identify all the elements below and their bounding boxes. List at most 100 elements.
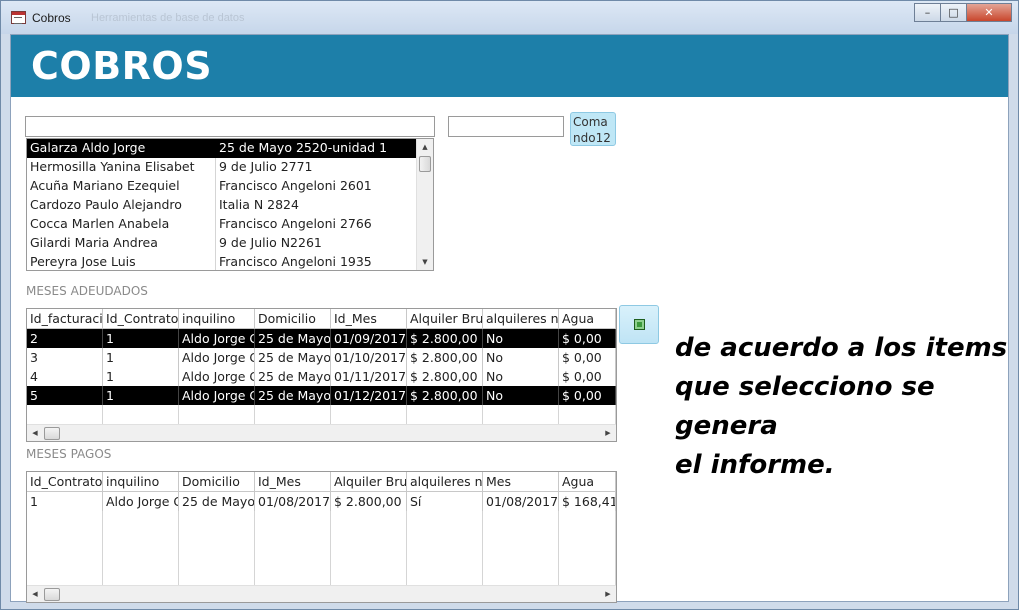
scroll-thumb[interactable] [44, 427, 60, 440]
app-window: Cobros Herramientas de base de datos – □… [0, 0, 1019, 610]
table-cell[interactable]: $ 2.800,00 [331, 492, 407, 511]
table-cell[interactable]: 01/11/2017 [331, 367, 407, 386]
table-cell[interactable]: Aldo Jorge Galarza [179, 386, 255, 405]
list-item[interactable]: Pereyra Jose Luis Francisco Angeloni 193… [27, 253, 417, 270]
table-cell[interactable]: 25 de Mayo 2520 [255, 348, 331, 367]
inquilino-name: Cardozo Paulo Alejandro [30, 197, 182, 212]
scroll-up-icon[interactable]: ▲ [417, 139, 433, 155]
table-cell[interactable]: 01/08/2017 [255, 492, 331, 511]
table-cell[interactable]: No [483, 348, 559, 367]
column-header[interactable]: Id_Mes [255, 472, 331, 492]
table-cell[interactable]: 1 [103, 367, 179, 386]
maximize-button[interactable]: □ [940, 3, 967, 22]
table-cell[interactable]: Aldo Jorge Galarza [103, 492, 179, 511]
search-input[interactable] [25, 116, 435, 137]
annotation-line: que selecciono se genera [675, 372, 935, 441]
column-header[interactable]: Agua [559, 309, 616, 329]
table-cell[interactable]: Sí [407, 492, 483, 511]
table-cell[interactable]: 25 de Mayo 2520 [255, 386, 331, 405]
table-row[interactable]: 5 1 Aldo Jorge Galarza 25 de Mayo 2520 0… [27, 386, 616, 405]
column-header[interactable]: Mes [483, 472, 559, 492]
scroll-right-icon[interactable]: ▶ [600, 425, 616, 441]
meses-pagos-grid[interactable]: Id_Contrato inquilino Domicilio Id_Mes A… [26, 471, 617, 603]
meses-adeudados-grid[interactable]: Id_facturacion Id_Contrato inquilino Dom… [26, 308, 617, 442]
column-header[interactable]: alquileres no [407, 472, 483, 492]
minimize-button[interactable]: – [914, 3, 941, 22]
generate-report-button[interactable] [619, 305, 659, 344]
table-cell[interactable]: 4 [27, 367, 103, 386]
table-cell[interactable]: No [483, 367, 559, 386]
table-cell[interactable]: No [483, 329, 559, 348]
table-cell[interactable]: 25 de Mayo 2520 [255, 367, 331, 386]
table-cell[interactable]: $ 0,00 [559, 348, 616, 367]
meses-adeudados-label: MESES ADEUDADOS [26, 284, 148, 298]
table-cell[interactable]: $ 2.800,00 [407, 386, 483, 405]
list-item[interactable]: Cardozo Paulo Alejandro Italia N 2824 [27, 196, 417, 215]
inquilino-address: Francisco Angeloni 2601 [219, 178, 372, 193]
inquilino-name: Galarza Aldo Jorge [30, 140, 146, 155]
table-cell[interactable]: 2 [27, 329, 103, 348]
close-button[interactable]: ✕ [966, 3, 1012, 22]
table-cell[interactable]: 1 [27, 492, 103, 511]
scroll-thumb[interactable] [44, 588, 60, 601]
table-row[interactable]: 2 1 Aldo Jorge Galarza 25 de Mayo 2520 0… [27, 329, 616, 348]
meses-pagos-label: MESES PAGOS [26, 447, 112, 461]
table-cell[interactable]: 1 [103, 348, 179, 367]
table-cell[interactable]: $ 0,00 [559, 367, 616, 386]
scroll-left-icon[interactable]: ◀ [27, 425, 43, 441]
column-header[interactable]: Alquiler Bruto [331, 472, 407, 492]
table-cell[interactable]: 1 [103, 329, 179, 348]
table-cell[interactable]: $ 2.800,00 [407, 367, 483, 386]
list-item[interactable]: Galarza Aldo Jorge 25 de Mayo 2520-unida… [27, 139, 417, 158]
table-cell[interactable]: $ 168,41 [559, 492, 616, 511]
table-cell[interactable]: $ 2.800,00 [407, 329, 483, 348]
table-cell[interactable]: 01/09/2017 [331, 329, 407, 348]
column-header[interactable]: Agua [559, 472, 616, 492]
table-row[interactable]: 1 Aldo Jorge Galarza 25 de Mayo 2520 01/… [27, 492, 616, 511]
table-row[interactable]: 3 1 Aldo Jorge Galarza 25 de Mayo 2520 0… [27, 348, 616, 367]
list-item[interactable]: Acuña Mariano Ezequiel Francisco Angelon… [27, 177, 417, 196]
scroll-thumb[interactable] [419, 156, 431, 172]
vertical-scrollbar[interactable]: ▲ ▼ [416, 139, 433, 270]
column-header[interactable]: inquilino [103, 472, 179, 492]
table-row[interactable]: 4 1 Aldo Jorge Galarza 25 de Mayo 2520 0… [27, 367, 616, 386]
comando12-button[interactable]: Comando12 [570, 112, 616, 146]
table-cell[interactable]: Aldo Jorge Galarza [179, 348, 255, 367]
column-header[interactable]: alquileres no [483, 309, 559, 329]
table-cell[interactable]: $ 0,00 [559, 329, 616, 348]
scroll-left-icon[interactable]: ◀ [27, 586, 43, 602]
list-item[interactable]: Gilardi Maria Andrea 9 de Julio N2261 [27, 234, 417, 253]
table-cell[interactable]: 3 [27, 348, 103, 367]
table-cell[interactable]: $ 0,00 [559, 386, 616, 405]
filter-input[interactable] [448, 116, 564, 137]
column-header[interactable]: Id_Contrato [27, 472, 103, 492]
column-header[interactable]: Alquiler Bruto [407, 309, 483, 329]
form-header: COBROS [11, 35, 1008, 97]
table-cell[interactable]: 25 de Mayo 2520 [179, 492, 255, 511]
table-cell[interactable]: 01/08/2017 [483, 492, 559, 511]
inquilino-address: 25 de Mayo 2520-unidad 1 [219, 140, 388, 155]
column-header[interactable]: Id_facturacion [27, 309, 103, 329]
list-item[interactable]: Cocca Marlen Anabela Francisco Angeloni … [27, 215, 417, 234]
table-cell[interactable]: Aldo Jorge Galarza [179, 329, 255, 348]
scroll-right-icon[interactable]: ▶ [600, 586, 616, 602]
table-cell[interactable]: Aldo Jorge Galarza [179, 367, 255, 386]
title-bar[interactable]: Cobros Herramientas de base de datos – □… [1, 1, 1018, 34]
column-header[interactable]: Domicilio [179, 472, 255, 492]
column-header[interactable]: Domicilio [255, 309, 331, 329]
column-header[interactable]: inquilino [179, 309, 255, 329]
column-header[interactable]: Id_Contrato [103, 309, 179, 329]
table-cell[interactable]: 01/10/2017 [331, 348, 407, 367]
table-cell[interactable]: $ 2.800,00 [407, 348, 483, 367]
table-cell[interactable]: 5 [27, 386, 103, 405]
table-cell[interactable]: 25 de Mayo 2520 [255, 329, 331, 348]
table-cell[interactable]: 01/12/2017 [331, 386, 407, 405]
horizontal-scrollbar[interactable]: ◀ ▶ [27, 424, 616, 441]
table-cell[interactable]: No [483, 386, 559, 405]
inquilinos-listbox[interactable]: Galarza Aldo Jorge 25 de Mayo 2520-unida… [26, 138, 434, 271]
list-item[interactable]: Hermosilla Yanina Elisabet 9 de Julio 27… [27, 158, 417, 177]
horizontal-scrollbar[interactable]: ◀ ▶ [27, 585, 616, 602]
column-header[interactable]: Id_Mes [331, 309, 407, 329]
scroll-down-icon[interactable]: ▼ [417, 254, 433, 270]
table-cell[interactable]: 1 [103, 386, 179, 405]
